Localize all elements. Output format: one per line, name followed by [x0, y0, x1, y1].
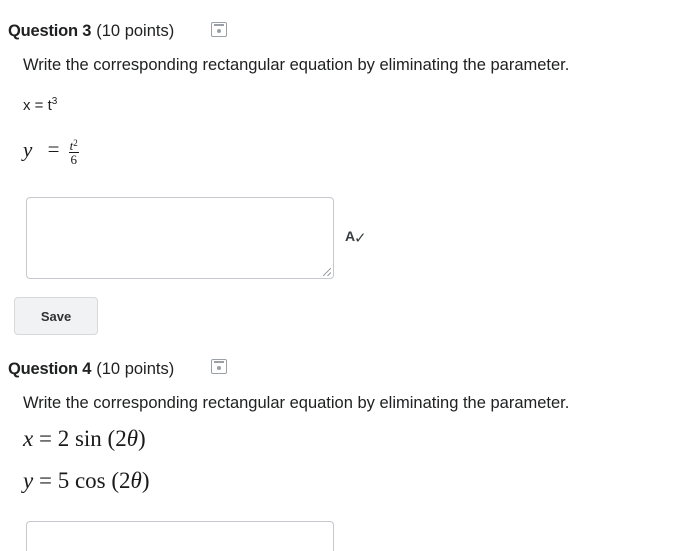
question-4-header: Question 4 (10 points) [8, 360, 174, 379]
fraction: t2 6 [68, 138, 79, 167]
question-4-title: Question 4 [8, 360, 92, 378]
save-disk-icon[interactable] [211, 22, 227, 37]
save-button[interactable]: Save [14, 297, 98, 335]
question-4-equation-x: x = 2 sin (2θ) [23, 426, 146, 451]
question-3-header: Question 3 (10 points) [8, 22, 174, 41]
question-3-title: Question 3 [8, 22, 92, 40]
question-4-answer-input[interactable] [26, 521, 334, 551]
question-4-prompt: Write the corresponding rectangular equa… [23, 394, 570, 412]
question-3-prompt: Write the corresponding rectangular equa… [23, 56, 570, 74]
question-3-equation-y: y = t2 6 [23, 137, 79, 167]
spellcheck-icon[interactable]: A ✓ [345, 228, 367, 247]
question-3-equation-x: x = t3 [23, 96, 58, 114]
question-4-points: (10 points) [96, 360, 175, 378]
resize-grip-icon[interactable] [323, 268, 331, 276]
question-3-answer-input[interactable] [26, 197, 334, 279]
save-disk-icon[interactable] [211, 359, 227, 374]
question-4-equation-y: y = 5 cos (2θ) [23, 468, 150, 493]
question-3-points: (10 points) [96, 22, 175, 40]
